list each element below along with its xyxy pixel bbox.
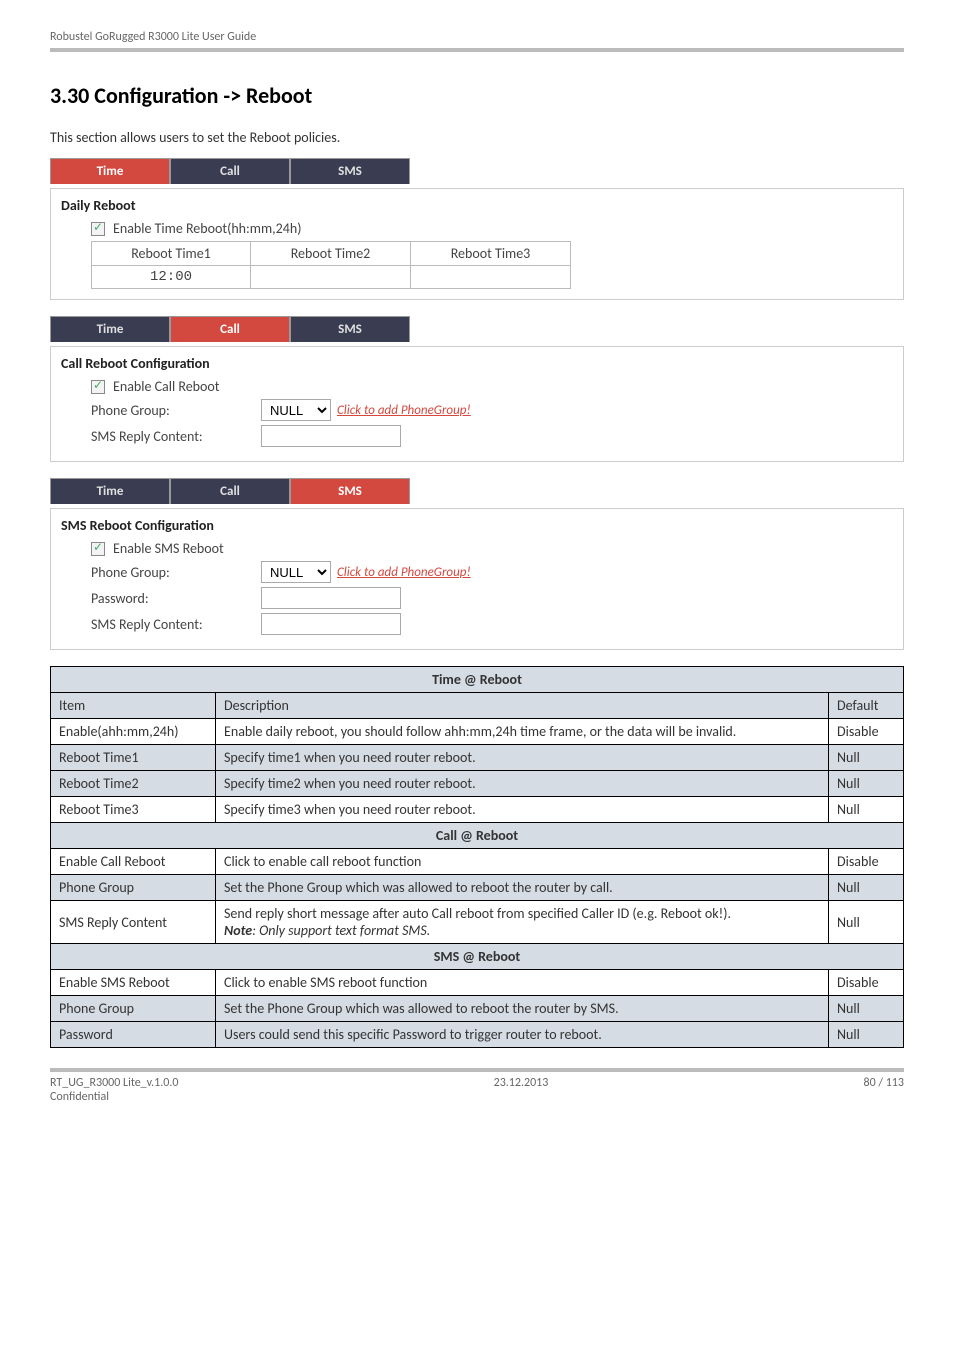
row-default: Null (829, 745, 904, 771)
row-desc: Set the Phone Group which was allowed to… (216, 996, 829, 1022)
tabs-call-section: Time Call SMS (50, 316, 904, 342)
sms-add-phonegroup-link[interactable]: Click to add PhoneGroup! (337, 565, 471, 580)
footer-confidential: Confidential (50, 1090, 178, 1104)
sms-reboot-panel: SMS Reboot Configuration Enable SMS Rebo… (50, 508, 904, 650)
row-item: Password (51, 1022, 216, 1048)
row-desc: Set the Phone Group which was allowed to… (216, 875, 829, 901)
row-desc: Click to enable SMS reboot function (216, 970, 829, 996)
row-default: Null (829, 996, 904, 1022)
col-desc-header: Description (216, 693, 829, 719)
sms-password-label: Password: (91, 590, 261, 607)
col-default-header: Default (829, 693, 904, 719)
call-phone-group-select[interactable]: NULL (261, 399, 331, 421)
row-item: Enable SMS Reboot (51, 970, 216, 996)
tab-sms[interactable]: SMS (290, 158, 410, 184)
enable-call-reboot-label: Enable Call Reboot (113, 378, 220, 395)
row-desc: Send reply short message after auto Call… (216, 901, 829, 944)
time-section-header: Time @ Reboot (51, 667, 904, 693)
call-section-header: Call @ Reboot (51, 823, 904, 849)
call-sms-reply-label: SMS Reply Content: (91, 428, 261, 445)
enable-call-reboot-checkbox[interactable] (91, 380, 105, 394)
enable-sms-reboot-checkbox[interactable] (91, 542, 105, 556)
row-default: Disable (829, 970, 904, 996)
footer-page-number: 80 / 113 (864, 1076, 904, 1104)
sms-section-header: SMS @ Reboot (51, 944, 904, 970)
sms-reply-label: SMS Reply Content: (91, 616, 261, 633)
sms-reply-note-rest: : Only support text format SMS. (252, 922, 430, 939)
row-item: Enable Call Reboot (51, 849, 216, 875)
tab-call-3[interactable]: Call (170, 478, 290, 504)
row-default: Null (829, 771, 904, 797)
row-desc: Specify time1 when you need router reboo… (216, 745, 829, 771)
tabs-sms-section: Time Call SMS (50, 478, 904, 504)
sms-phone-group-select[interactable]: NULL (261, 561, 331, 583)
call-phone-group-label: Phone Group: (91, 402, 261, 419)
row-item: Reboot Time2 (51, 771, 216, 797)
daily-reboot-title: Daily Reboot (61, 197, 893, 214)
row-item: SMS Reply Content (51, 901, 216, 944)
tab-time-3[interactable]: Time (50, 478, 170, 504)
enable-time-reboot-label: Enable Time Reboot(hh:mm,24h) (113, 220, 301, 237)
row-default: Null (829, 875, 904, 901)
row-item: Reboot Time3 (51, 797, 216, 823)
tab-time[interactable]: Time (50, 158, 170, 184)
row-item: Enable(ahh:mm,24h) (51, 719, 216, 745)
call-add-phonegroup-link[interactable]: Click to add PhoneGroup! (337, 403, 471, 418)
row-desc: Specify time2 when you need router reboo… (216, 771, 829, 797)
col-item-header: Item (51, 693, 216, 719)
sms-password-input[interactable] (261, 587, 401, 609)
reboot-time1-value[interactable]: 12:00 (91, 266, 251, 289)
row-default: Disable (829, 849, 904, 875)
row-default: Null (829, 797, 904, 823)
row-default: Null (829, 901, 904, 944)
sms-reboot-title: SMS Reboot Configuration (61, 517, 893, 534)
row-desc: Enable daily reboot, you should follow a… (216, 719, 829, 745)
reboot-time3-value[interactable] (411, 266, 571, 289)
sms-reply-desc-line1: Send reply short message after auto Call… (224, 905, 731, 922)
row-desc: Users could send this specific Password … (216, 1022, 829, 1048)
tab-time-2[interactable]: Time (50, 316, 170, 342)
intro-text: This section allows users to set the Reb… (50, 129, 904, 146)
reboot-time2-value[interactable] (251, 266, 411, 289)
sms-phone-group-label: Phone Group: (91, 564, 261, 581)
page-header: Robustel GoRugged R3000 Lite User Guide (50, 30, 904, 52)
reboot-time2-header: Reboot Time2 (251, 241, 411, 266)
call-reboot-title: Call Reboot Configuration (61, 355, 893, 372)
footer-doc-id: RT_UG_R3000 Lite_v.1.0.0 (50, 1076, 178, 1090)
tabs-time-section: Time Call SMS (50, 158, 904, 184)
enable-time-reboot-checkbox[interactable] (91, 222, 105, 236)
reboot-time3-header: Reboot Time3 (411, 241, 571, 266)
call-reboot-panel: Call Reboot Configuration Enable Call Re… (50, 346, 904, 462)
page-footer: RT_UG_R3000 Lite_v.1.0.0 Confidential 23… (50, 1068, 904, 1104)
call-sms-reply-input[interactable] (261, 425, 401, 447)
page-title: 3.30 Configuration -> Reboot (50, 82, 904, 109)
row-item: Reboot Time1 (51, 745, 216, 771)
row-default: Null (829, 1022, 904, 1048)
tab-sms-2[interactable]: SMS (290, 316, 410, 342)
tab-call-2[interactable]: Call (170, 316, 290, 342)
daily-reboot-panel: Daily Reboot Enable Time Reboot(hh:mm,24… (50, 188, 904, 300)
reboot-time1-header: Reboot Time1 (91, 241, 251, 266)
description-table: Time @ Reboot Item Description Default E… (50, 666, 904, 1048)
footer-date: 23.12.2013 (494, 1076, 549, 1104)
row-default: Disable (829, 719, 904, 745)
row-desc: Click to enable call reboot function (216, 849, 829, 875)
enable-sms-reboot-label: Enable SMS Reboot (113, 540, 224, 557)
tab-sms-3[interactable]: SMS (290, 478, 410, 504)
row-desc: Specify time3 when you need router reboo… (216, 797, 829, 823)
row-item: Phone Group (51, 875, 216, 901)
tab-call[interactable]: Call (170, 158, 290, 184)
sms-reply-input[interactable] (261, 613, 401, 635)
row-item: Phone Group (51, 996, 216, 1022)
sms-reply-note-label: Note (224, 922, 252, 939)
